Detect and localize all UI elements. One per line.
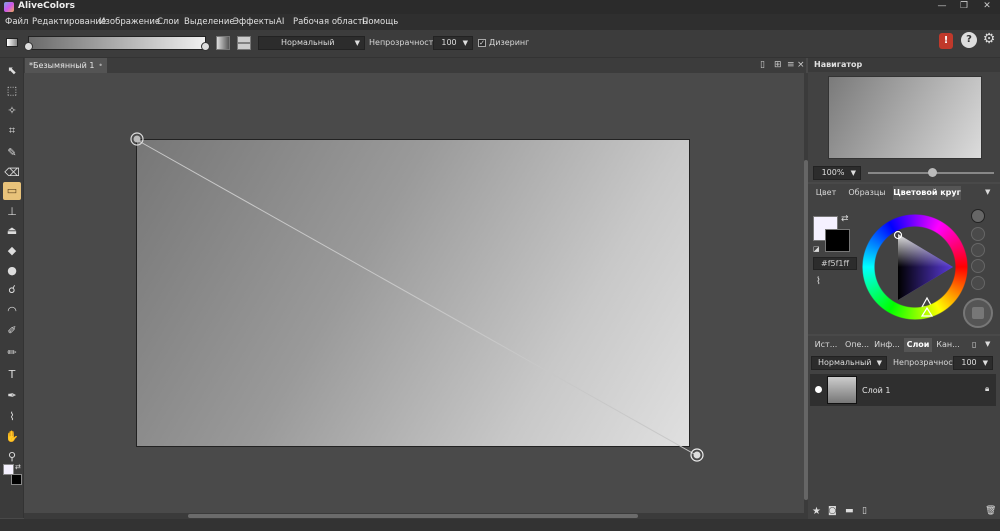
navigator-title: Навигатор	[808, 58, 1000, 72]
chevron-down-icon: ▼	[876, 359, 882, 367]
delete-layer-icon[interactable]: 🗑︎	[985, 506, 996, 516]
visibility-eye-icon[interactable]	[815, 386, 822, 393]
layer-thumbnail[interactable]	[827, 376, 857, 404]
tab-info[interactable]: Инф...	[872, 338, 902, 352]
layer-effects-icon[interactable]: ★	[812, 506, 821, 517]
wheel-mode-1-icon[interactable]	[971, 209, 985, 223]
layer-mask-icon[interactable]: ◙	[828, 506, 837, 516]
lock-icon[interactable]: 🔒︎	[985, 384, 989, 394]
navigator-thumbnail[interactable]	[828, 76, 982, 159]
status-bar	[0, 519, 1000, 531]
panel-menu-icon[interactable]: ▯	[972, 340, 976, 349]
horizontal-scroll-thumb[interactable]	[188, 514, 638, 518]
chevron-down-icon: ▼	[982, 359, 988, 367]
chevron-down-icon: ▼	[850, 169, 856, 177]
gradient-guide-line	[136, 139, 697, 456]
layer-opacity-value: 100	[961, 358, 977, 367]
tab-color[interactable]: Цвет	[810, 186, 842, 200]
wheel-mode-3-icon[interactable]	[971, 243, 985, 257]
zoom-slider-thumb[interactable]	[928, 168, 937, 177]
tab-color-wheel[interactable]: Цветовой круг	[893, 186, 961, 200]
hex-color-field[interactable]: #f5f1ff	[813, 257, 857, 270]
reset-colors-icon[interactable]: ◪	[813, 245, 820, 253]
layer-name[interactable]: Слой 1	[862, 386, 890, 395]
tab-operations[interactable]: Опе...	[842, 338, 872, 352]
eyedropper-icon[interactable]: ⌇	[816, 276, 821, 287]
layer-blend-mode-select[interactable]: Нормальный ▼	[811, 356, 887, 370]
tab-layers[interactable]: Слои	[904, 338, 932, 352]
wheel-settings-button[interactable]	[963, 298, 993, 328]
chevron-down-icon[interactable]: ▼	[985, 340, 990, 348]
zoom-value: 100%	[821, 168, 845, 177]
wheel-mode-5-icon[interactable]	[971, 276, 985, 290]
wheel-mode-4-icon[interactable]	[971, 259, 985, 273]
gradient-start-handle-dot	[133, 135, 141, 143]
gradient-end-handle-dot	[693, 451, 701, 459]
layer-opacity-select[interactable]: 100 ▼	[953, 356, 993, 370]
tab-history[interactable]: Ист...	[810, 338, 842, 352]
wheel-mode-2-icon[interactable]	[971, 227, 985, 241]
tab-swatches[interactable]: Образцы	[843, 186, 891, 200]
new-layer-icon[interactable]: ▯	[862, 506, 867, 516]
layer-opacity-label: Непрозрачность	[893, 358, 962, 367]
panel-menu-icon[interactable]: ▼	[985, 188, 990, 196]
new-group-icon[interactable]: ▬	[845, 506, 854, 516]
background-color-preview[interactable]	[825, 229, 850, 252]
layer-blend-mode-value: Нормальный	[818, 358, 872, 367]
zoom-select[interactable]: 100% ▼	[813, 166, 861, 180]
color-triangle-overlay[interactable]	[862, 214, 968, 320]
swap-colors-icon[interactable]: ⇄	[841, 214, 849, 224]
tab-channels[interactable]: Кан...	[933, 338, 963, 352]
